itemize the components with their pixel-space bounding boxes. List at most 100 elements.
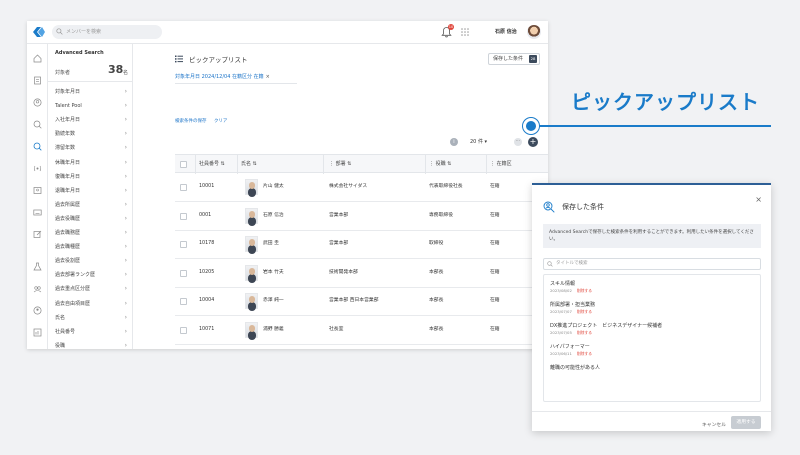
column-header-dept[interactable]: ⋮ 部署 ⇅ bbox=[329, 155, 351, 174]
cancel-button[interactable]: キャンセル bbox=[702, 421, 726, 428]
filter-item[interactable]: 入社年月日 › bbox=[55, 113, 127, 127]
saved-condition-item[interactable]: DX推進プロジェクト ビジネスデザイナー候補者 2023/07/05 削除する bbox=[550, 322, 662, 336]
employee-name[interactable]: 浦野 勝義 bbox=[263, 316, 284, 344]
info-icon[interactable]: i bbox=[450, 138, 458, 146]
filter-item[interactable]: Talent Pool › bbox=[55, 99, 127, 113]
edit-icon[interactable] bbox=[33, 230, 42, 239]
employee-photo bbox=[245, 322, 258, 338]
employee-photo bbox=[245, 264, 258, 281]
select-all-checkbox[interactable] bbox=[180, 161, 187, 168]
column-header-status[interactable]: ⋮ 在籍区 bbox=[490, 155, 512, 174]
filter-item[interactable]: 氏名 › bbox=[55, 311, 127, 325]
employee-name[interactable]: 片山 健太 bbox=[263, 173, 284, 201]
logo-icon[interactable] bbox=[32, 26, 46, 38]
more-icon[interactable]: ⋯ bbox=[514, 138, 522, 146]
table-row[interactable]: 0001 石原 信治 営業本部 専務取締役 在籍 bbox=[175, 202, 548, 231]
employee-name[interactable]: 武田 圭 bbox=[263, 230, 279, 258]
column-header-role[interactable]: ⋮ 役職 ⇅ bbox=[429, 155, 451, 174]
saved-condition-item[interactable]: 離職の可能性がある人 bbox=[550, 364, 600, 371]
column-label: 在籍区 bbox=[496, 161, 512, 167]
home-icon[interactable] bbox=[33, 54, 42, 63]
row-checkbox[interactable] bbox=[180, 298, 187, 306]
member-search-input[interactable]: メンバーを検索 bbox=[52, 25, 162, 39]
filter-item[interactable]: 社員番号 › bbox=[55, 325, 127, 339]
filter-item-label: 勤続年数 bbox=[55, 131, 76, 138]
save-search-link[interactable]: 検索条件の保存 bbox=[175, 119, 207, 124]
active-filter-chips[interactable]: 対象年月日 2024/12/04 在籍区分 在籍 × bbox=[175, 73, 270, 80]
id-card-icon[interactable] bbox=[33, 186, 42, 195]
filter-item[interactable]: 過去職種歴 › bbox=[55, 240, 127, 254]
employee-id: 0001 bbox=[199, 212, 212, 218]
add-icon[interactable]: + bbox=[528, 137, 538, 147]
table-row[interactable]: 10071 浦野 勝義 社長室 本部長 在籍 bbox=[175, 316, 548, 345]
remove-chip-icon[interactable]: × bbox=[266, 74, 270, 80]
row-checkbox[interactable] bbox=[180, 241, 187, 249]
filter-item-label: 役職 bbox=[55, 342, 66, 349]
employee-name[interactable]: 小川 淳 bbox=[263, 345, 279, 349]
filter-item[interactable]: 過去役職歴 › bbox=[55, 212, 127, 226]
search-placeholder: タイトルで検索 bbox=[556, 261, 588, 266]
table-row[interactable]: 10178 武田 圭 営業本部 取締役 在籍 bbox=[175, 230, 548, 260]
role: 取締役 bbox=[429, 241, 444, 247]
filter-item[interactable]: 退職年月日 › bbox=[55, 184, 127, 198]
filter-item[interactable]: 過去部署ランク歴 › bbox=[55, 268, 127, 282]
signal-icon[interactable] bbox=[33, 164, 42, 173]
document-icon[interactable] bbox=[33, 76, 42, 85]
table-row[interactable]: 10004 赤澤 純一 営業本部 西日本営業部 本部長 在籍 bbox=[175, 287, 548, 317]
flask-icon[interactable] bbox=[33, 262, 42, 271]
user-avatar[interactable] bbox=[527, 25, 541, 39]
delete-link[interactable]: 削除する bbox=[577, 309, 592, 314]
filter-item[interactable]: 役職 › bbox=[55, 339, 127, 349]
delete-link[interactable]: 削除する bbox=[577, 330, 592, 335]
saved-condition-item[interactable]: 所属部署・担当業務 2023/07/07 削除する bbox=[550, 301, 595, 315]
employee-name[interactable]: 石原 信治 bbox=[263, 202, 284, 230]
filter-item[interactable]: 対象年月日 › bbox=[55, 85, 127, 99]
clear-link[interactable]: クリア bbox=[214, 119, 228, 124]
user-name[interactable]: 石原 信治 bbox=[495, 28, 517, 35]
filter-item[interactable]: 過去自由項目歴 › bbox=[55, 297, 127, 311]
row-checkbox[interactable] bbox=[180, 212, 187, 220]
filter-item[interactable]: 過去役割歴 › bbox=[55, 254, 127, 268]
team-icon[interactable] bbox=[33, 284, 42, 293]
filter-item[interactable]: 過去重点区分歴 › bbox=[55, 282, 127, 296]
column-header-employee-id[interactable]: 社員番号 ⇅ bbox=[199, 155, 225, 174]
filter-item[interactable]: 過去職務歴 › bbox=[55, 226, 127, 240]
row-checkbox[interactable] bbox=[180, 327, 187, 334]
close-icon[interactable]: × bbox=[755, 195, 762, 204]
filter-item-label: 過去職務歴 bbox=[55, 230, 81, 236]
keyboard-icon[interactable] bbox=[33, 208, 42, 217]
app-grid-icon[interactable] bbox=[461, 28, 469, 36]
title-search-input[interactable]: タイトルで検索 bbox=[543, 258, 761, 270]
delete-link[interactable]: 削除する bbox=[577, 288, 592, 293]
chevron-right-icon: › bbox=[124, 271, 127, 279]
employee-id: 10071 bbox=[199, 327, 215, 332]
group-icon[interactable] bbox=[33, 306, 42, 315]
table-row[interactable]: 10001 片山 健太 株式会社サイダス 代表取締役社長 在籍 bbox=[175, 173, 548, 202]
advanced-search-icon[interactable] bbox=[33, 142, 42, 151]
person-icon[interactable] bbox=[33, 98, 42, 107]
filter-item[interactable]: 休職年月日 › bbox=[55, 156, 127, 170]
employee-name[interactable]: 赤澤 純一 bbox=[263, 287, 284, 315]
column-header-name[interactable]: 氏名 ⇅ bbox=[241, 155, 257, 174]
table-row[interactable]: 10007 小川 淳 営業本部 部長 在籍 bbox=[175, 345, 548, 349]
saved-condition-item[interactable]: ハイパフォーマー 2023/06/11 削除する bbox=[550, 343, 592, 357]
chevron-right-icon: › bbox=[124, 88, 127, 95]
apply-button[interactable]: 適用する bbox=[731, 416, 761, 429]
filter-item[interactable]: 滞留年数 › bbox=[55, 141, 127, 155]
saved-condition-item[interactable]: スキル情報 2023/08/02 削除する bbox=[550, 280, 592, 294]
chart-icon[interactable] bbox=[33, 328, 42, 337]
table-row[interactable]: 10205 岩本 竹夫 技術開発本部 本部長 在籍 bbox=[175, 259, 548, 288]
delete-link[interactable]: 削除する bbox=[577, 351, 592, 356]
filter-item[interactable]: 復職年月日 › bbox=[55, 170, 127, 184]
filter-item[interactable]: 過去所属歴 › bbox=[55, 198, 127, 212]
search-placeholder: メンバーを検索 bbox=[66, 29, 102, 35]
row-checkbox[interactable] bbox=[180, 184, 187, 191]
filter-item[interactable]: 勤続年数 › bbox=[55, 127, 127, 141]
search-actions: 検索条件の保存 クリア bbox=[175, 118, 233, 124]
page-size-select[interactable]: 20 件 ▾ bbox=[470, 138, 487, 145]
people-search-icon[interactable] bbox=[33, 120, 42, 129]
saved-conditions-button[interactable]: 保存した条件 28 bbox=[488, 53, 540, 65]
employee-name[interactable]: 岩本 竹夫 bbox=[263, 259, 284, 287]
employee-id: 10004 bbox=[199, 298, 215, 304]
row-checkbox[interactable] bbox=[180, 269, 187, 277]
